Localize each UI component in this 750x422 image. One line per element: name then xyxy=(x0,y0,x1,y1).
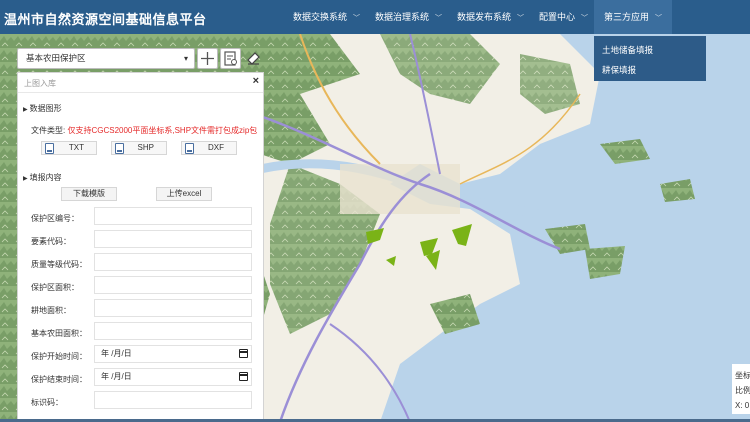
file-type-label: 文件类型: xyxy=(31,126,66,135)
section-fill-label: 填报内容 xyxy=(29,173,62,182)
quality-grade-input[interactable] xyxy=(94,253,252,271)
field-label: 基本农田面积： xyxy=(31,329,87,338)
third-party-dropdown: 土地储备填报 耕保填报 xyxy=(594,36,706,81)
txt-upload-button[interactable]: TXT xyxy=(41,141,97,155)
identifier-code-input[interactable] xyxy=(94,391,252,409)
dropdown-item-farmland-report[interactable]: 耕保填报 xyxy=(594,60,706,80)
protection-start-date-input[interactable]: 年 /月/日 xyxy=(94,345,252,363)
nav-third-party[interactable]: 第三方应用 ﹀ xyxy=(594,0,673,34)
top-bar: 温州市自然资源空间基础信息平台 数据交换系统 ﹀ 数据治理系统 ﹀ 数据发布系统 ﹀ … xyxy=(0,0,750,34)
cultivated-area-input[interactable] xyxy=(94,299,252,317)
basic-farmland-area-input[interactable] xyxy=(94,322,252,340)
section-graphics[interactable]: ▶ 数据图形 xyxy=(23,103,62,114)
nav-label: 数据发布系统 xyxy=(457,12,512,22)
eraser-button[interactable] xyxy=(243,48,264,69)
field-label: 保护结束时间： xyxy=(31,375,87,384)
shp-upload-button[interactable]: SHP xyxy=(111,141,167,155)
protection-area-id-input[interactable] xyxy=(94,207,252,225)
chevron-down-icon: ﹀ xyxy=(435,15,443,22)
chevron-down-icon: ﹀ xyxy=(517,15,525,22)
document-edit-icon xyxy=(224,51,237,66)
upload-excel-button[interactable]: 上传excel xyxy=(156,187,212,201)
panel-title: 上图入库 xyxy=(24,79,56,88)
nav-label: 数据治理系统 xyxy=(375,12,430,22)
file-type-warning: 仅支持CGCS2000平面坐标系,SHP文件需打包成zip包 xyxy=(67,126,258,135)
dxf-upload-button[interactable]: DXF xyxy=(181,141,237,155)
chevron-down-icon: ﹀ xyxy=(655,15,663,22)
upload-panel: 上图入库 × ▶ 数据图形 文件类型: 仅支持CGCS2000平面坐标系,SHP文… xyxy=(17,72,264,422)
nav-data-publish[interactable]: 数据发布系统 ﹀ xyxy=(457,0,524,34)
field-label: 质量等级代码： xyxy=(31,260,87,269)
nav-label: 第三方应用 xyxy=(604,12,650,22)
scale-label: 比例 xyxy=(735,386,750,395)
caret-right-icon: ▶ xyxy=(23,107,28,113)
x-coordinate: X: 0 xyxy=(735,401,750,410)
urban-area xyxy=(340,164,460,214)
shp-label: SHP xyxy=(137,143,154,152)
field-label: 要素代码： xyxy=(31,237,71,246)
nav-data-governance[interactable]: 数据治理系统 ﹀ xyxy=(375,0,442,34)
calendar-icon[interactable] xyxy=(239,349,248,358)
field-label: 耕地面积： xyxy=(31,306,71,315)
caret-right-icon: ▶ xyxy=(23,176,28,182)
protection-end-date-input[interactable]: 年 /月/日 xyxy=(94,368,252,386)
field-label: 保护区面积： xyxy=(31,283,79,292)
dropdown-item-land-reserve[interactable]: 土地储备填报 xyxy=(594,40,706,60)
chevron-down-icon: ﹀ xyxy=(353,15,361,22)
nav-label: 配置中心 xyxy=(539,12,576,22)
coordinate-label: 坐标 xyxy=(735,371,750,380)
plus-icon xyxy=(201,52,214,65)
file-type-note: 文件类型: 仅支持CGCS2000平面坐标系,SHP文件需打包成zip包 xyxy=(31,125,257,136)
calendar-icon[interactable] xyxy=(239,372,248,381)
txt-label: TXT xyxy=(68,143,84,152)
nav-config-center[interactable]: 配置中心 ﹀ xyxy=(539,0,588,34)
field-label: 保护开始时间： xyxy=(31,352,87,361)
file-icon xyxy=(115,143,124,154)
file-icon xyxy=(185,143,194,154)
app-title: 温州市自然资源空间基础信息平台 xyxy=(4,12,207,27)
section-graphics-label: 数据图形 xyxy=(29,104,62,113)
import-button[interactable] xyxy=(220,48,241,69)
coordinate-info: 坐标 比例 X: 0 xyxy=(732,364,750,414)
date-placeholder: 年 /月/日 xyxy=(101,372,132,381)
layer-select-value: 基本农田保护区 xyxy=(26,53,86,63)
feature-code-input[interactable] xyxy=(94,230,252,248)
nav-label: 数据交换系统 xyxy=(293,12,348,22)
add-button[interactable] xyxy=(197,48,218,69)
field-label: 标识码： xyxy=(31,398,63,407)
date-placeholder: 年 /月/日 xyxy=(101,349,132,358)
section-fill[interactable]: ▶ 填报内容 xyxy=(23,172,62,183)
chevron-down-icon: ﹀ xyxy=(581,15,589,22)
nav-data-exchange[interactable]: 数据交换系统 ﹀ xyxy=(293,0,360,34)
layer-select[interactable]: 基本农田保护区 ▾ xyxy=(17,48,195,69)
file-icon xyxy=(45,143,54,154)
eraser-icon xyxy=(247,52,260,65)
chevron-down-icon: ▾ xyxy=(183,54,188,63)
panel-header: 上图入库 × xyxy=(18,73,263,93)
field-label: 保护区编号： xyxy=(31,214,79,223)
dxf-label: DXF xyxy=(208,143,224,152)
download-template-button[interactable]: 下载模版 xyxy=(61,187,117,201)
island-2 xyxy=(585,246,625,279)
close-icon[interactable]: × xyxy=(253,75,259,87)
protection-area-size-input[interactable] xyxy=(94,276,252,294)
